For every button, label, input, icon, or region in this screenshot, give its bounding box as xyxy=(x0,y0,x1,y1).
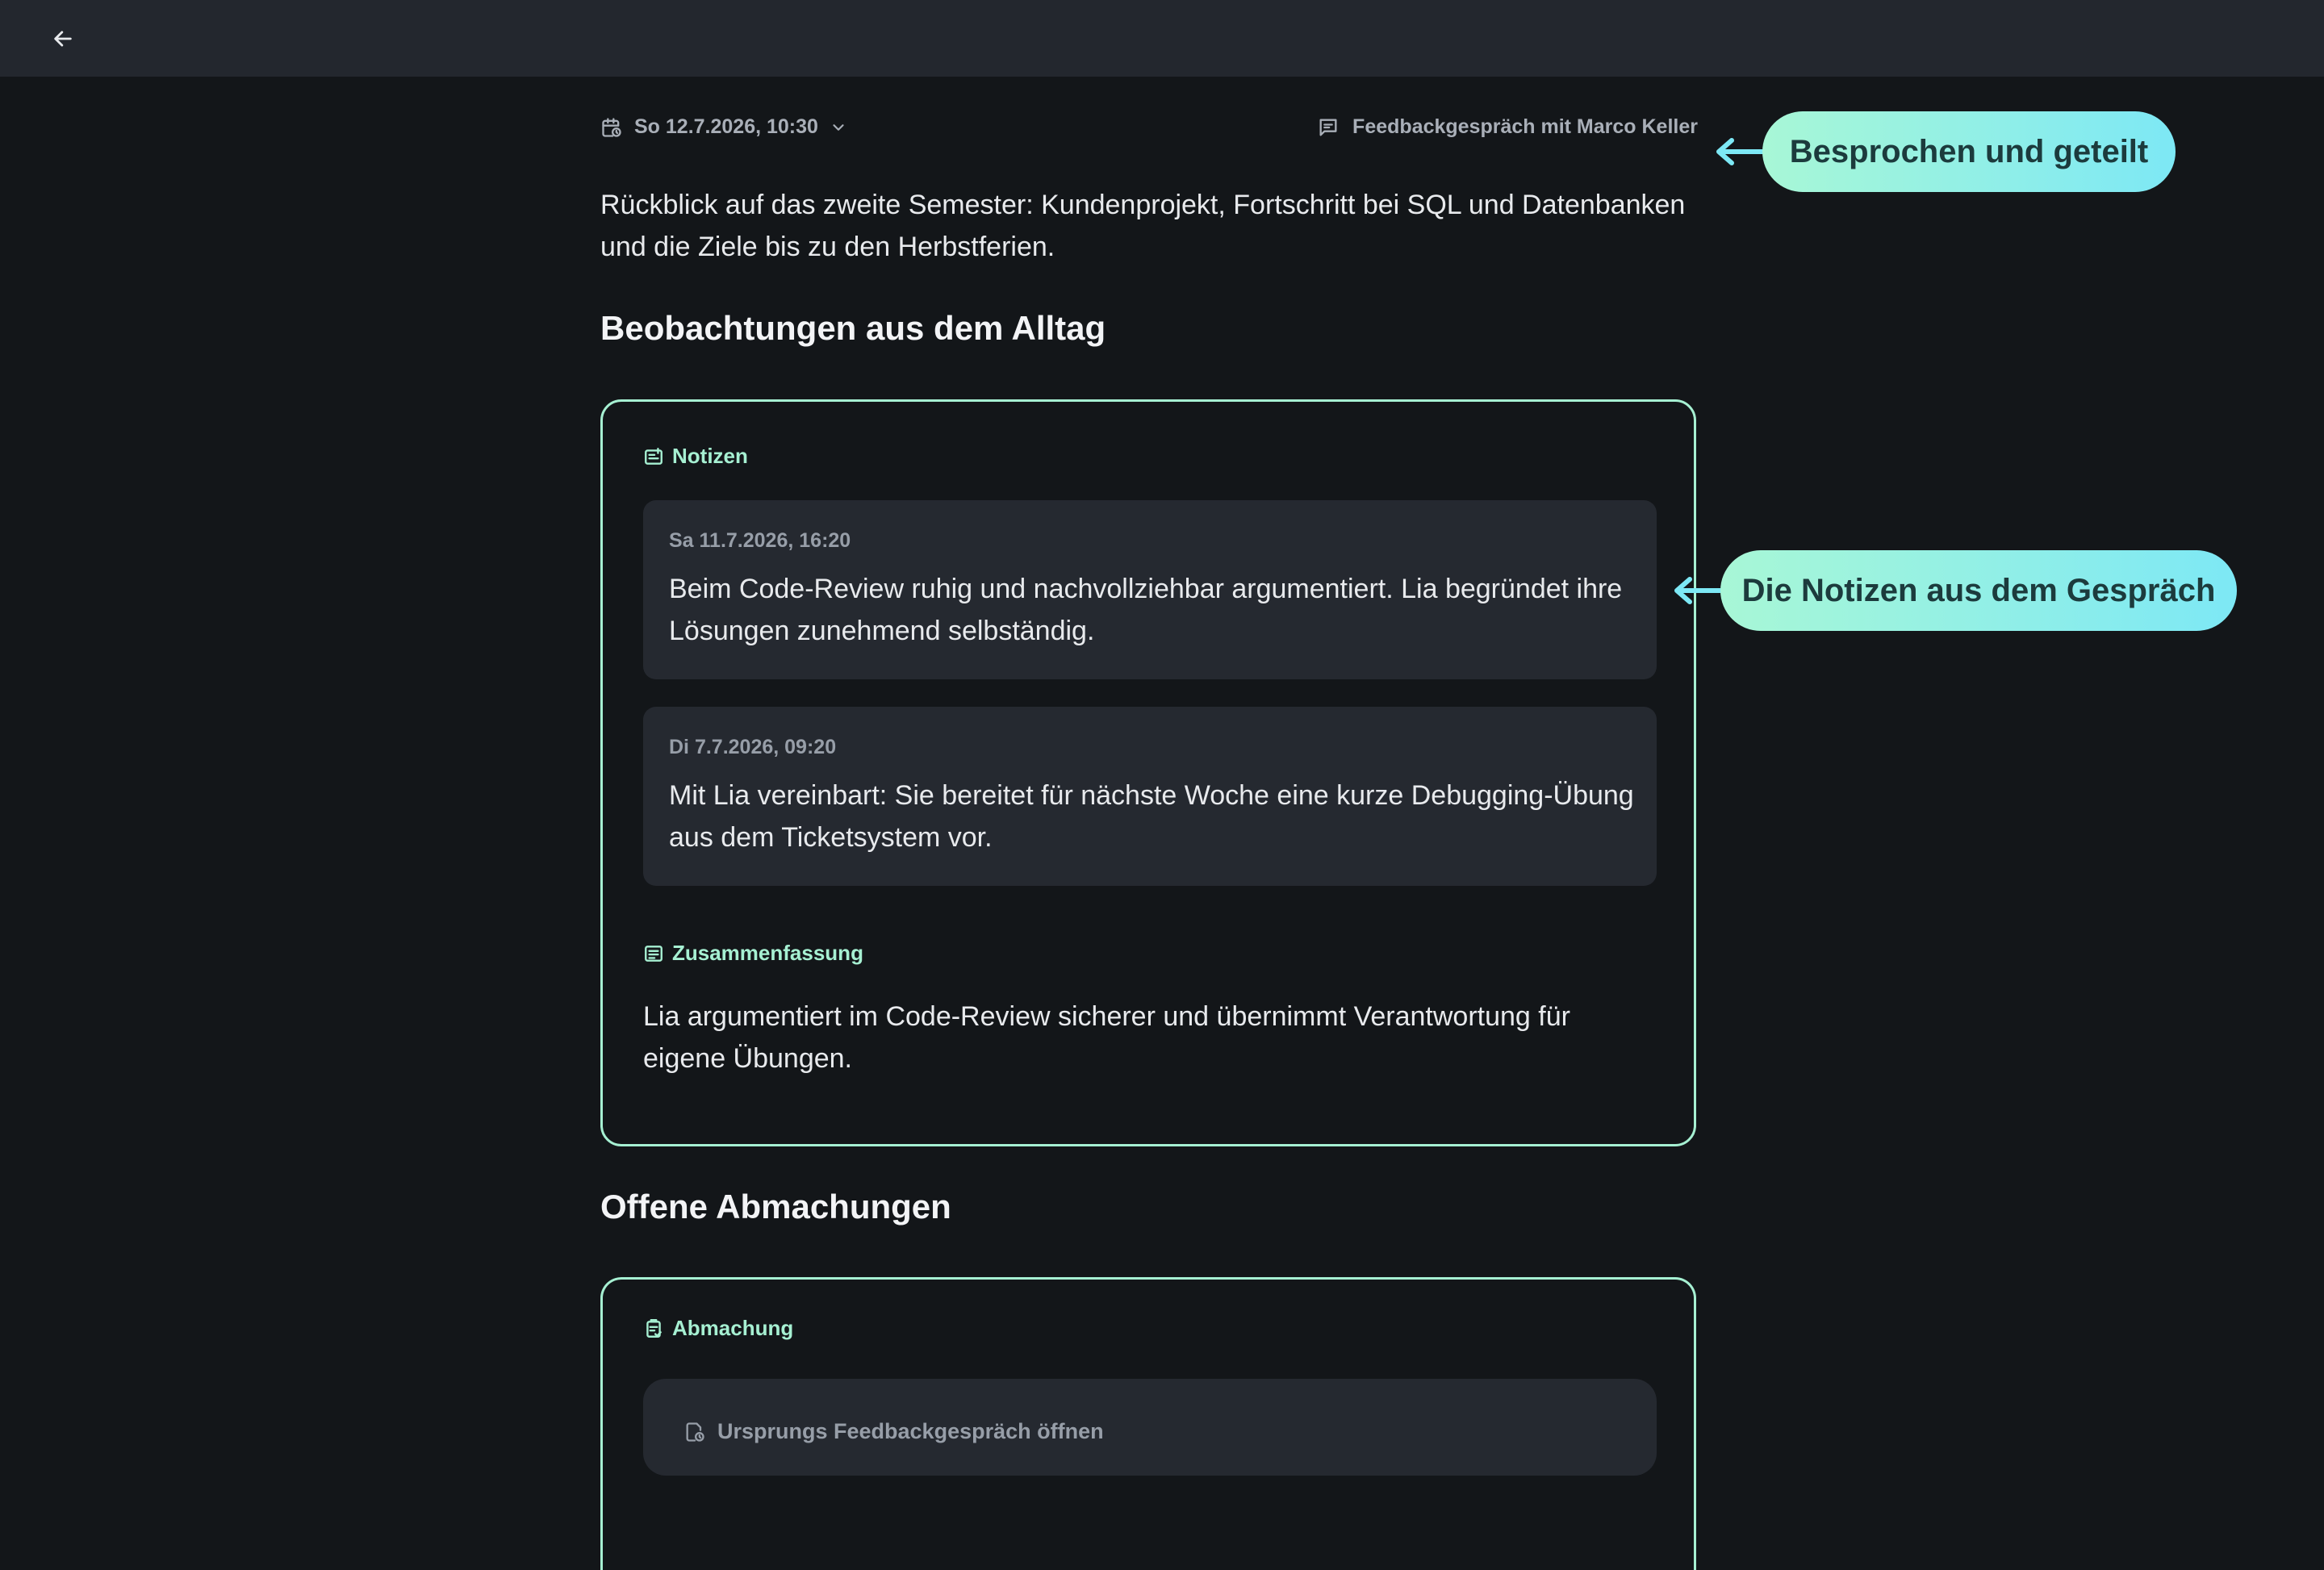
note-date: Sa 11.7.2026, 16:20 xyxy=(669,529,851,552)
notes-label-row: Notizen xyxy=(643,444,748,469)
intro-text: Rückblick auf das zweite Semester: Kunde… xyxy=(600,190,1686,262)
note-item: Sa 11.7.2026, 16:20 Beim Code-Review ruh… xyxy=(643,500,1657,679)
agreement-icon xyxy=(646,1318,662,1338)
document-clock-icon xyxy=(686,1422,704,1442)
observations-title: Beobachtungen aus dem Alltag xyxy=(600,309,1106,347)
meeting-date: So 12.7.2026, 10:30 xyxy=(634,115,818,138)
note-text: Mit Lia vereinbart: Sie bereitet für näc… xyxy=(669,780,1634,853)
agreements-card: Abmachung Ursprungs Feedbackgespräch öff… xyxy=(600,1277,1696,1570)
conversation-title: Feedbackgespräch mit Marco Keller xyxy=(1352,115,1698,138)
notes-label: Notizen xyxy=(672,444,748,468)
open-origin-label: Ursprungs Feedbackgespräch öffnen xyxy=(717,1419,1104,1443)
summary-label: Zusammenfassung xyxy=(672,941,863,965)
observations-card: Notizen Sa 11.7.2026, 16:20 Beim Code-Re… xyxy=(600,399,1696,1146)
summary-label-row: Zusammenfassung xyxy=(643,941,863,966)
note-icon xyxy=(645,447,663,465)
summary-text: Lia argumentiert im Code-Review sicherer… xyxy=(643,1001,1570,1074)
calendar-clock-icon xyxy=(602,117,621,137)
back-button[interactable] xyxy=(45,21,81,56)
callout-arrow-shared xyxy=(1716,138,1764,165)
chevron-down-icon xyxy=(833,123,844,131)
note-item: Di 7.7.2026, 09:20 Mit Lia vereinbart: S… xyxy=(643,707,1657,886)
callout-notes: Die Notizen aus dem Gespräch xyxy=(1720,550,2237,631)
back-arrow-icon xyxy=(54,31,72,47)
chat-icon xyxy=(1319,119,1337,136)
agreement-label-row: Abmachung xyxy=(643,1316,793,1341)
summary-icon xyxy=(645,945,663,962)
open-origin-button[interactable]: Ursprungs Feedbackgespräch öffnen xyxy=(643,1379,1657,1476)
conversation-info: Feedbackgespräch mit Marco Keller xyxy=(1317,115,1698,139)
top-bar xyxy=(0,0,2324,77)
note-text: Beim Code-Review ruhig und nachvollziehb… xyxy=(669,574,1623,646)
callout-arrow-notes xyxy=(1674,577,1722,604)
agreements-title: Offene Abmachungen xyxy=(600,1188,951,1226)
callout-shared: Besprochen und geteilt xyxy=(1762,111,2176,192)
date-selector[interactable]: So 12.7.2026, 10:30 xyxy=(600,115,847,139)
agreement-label: Abmachung xyxy=(672,1316,794,1340)
open-origin-row: Ursprungs Feedbackgespräch öffnen xyxy=(683,1419,1104,1444)
meta-row: So 12.7.2026, 10:30 Feedbackgespräch mit… xyxy=(600,115,1698,148)
note-date: Di 7.7.2026, 09:20 xyxy=(669,736,837,758)
